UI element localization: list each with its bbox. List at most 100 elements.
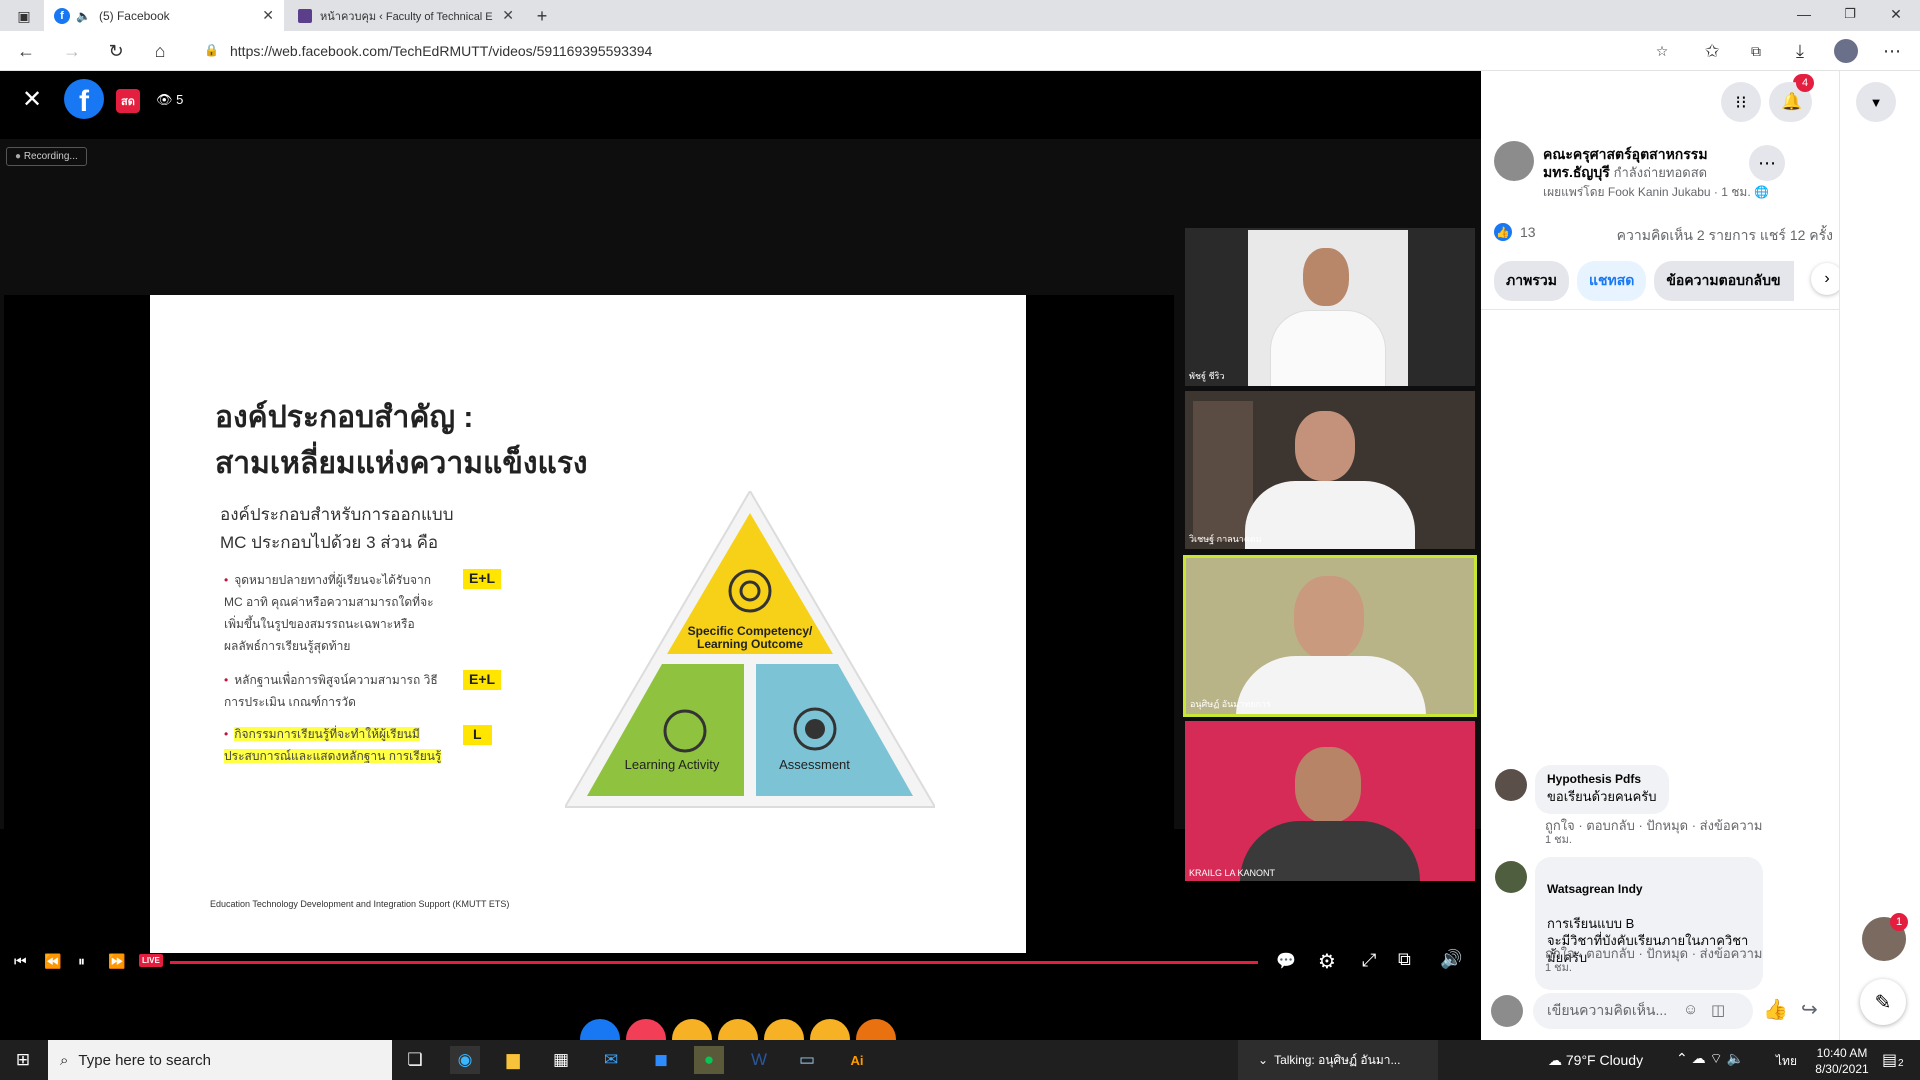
back-icon[interactable]: ← — [14, 39, 38, 63]
collections-icon[interactable]: ⧉ — [1744, 39, 1768, 63]
comment-input[interactable]: เขียนความคิดเห็น... ☺ ◫ — [1533, 993, 1753, 1029]
facebook-logo-icon[interactable]: f — [64, 79, 104, 119]
close-tab-icon[interactable]: ✕ — [262, 7, 274, 24]
comment-author[interactable]: Watsagrean Indy — [1547, 881, 1751, 898]
comment-actions[interactable]: ถูกใจ · ตอบกลับ · ปักหมุด · ส่งข้อความ 1… — [1545, 947, 1835, 975]
participant-tile[interactable]: พัชฐู์ ชีริว — [1185, 228, 1475, 386]
pause-icon[interactable]: ⏸ — [78, 953, 85, 970]
participant-tile[interactable]: วิเชษฐ์ กาลนาคดม — [1185, 391, 1475, 549]
progress-bar[interactable] — [170, 961, 1258, 964]
address-input[interactable]: 🔒 https://web.facebook.com/TechEdRMUTT/v… — [200, 37, 1650, 65]
participant-tile[interactable]: KRAILG LA KANONT — [1185, 721, 1475, 881]
page-name[interactable]: คณะครุศาสตร์อุตสาหกรรม มทร.ธัญบุรี กำลัง… — [1543, 145, 1773, 182]
page-avatar[interactable] — [1494, 141, 1534, 181]
tray-icons[interactable]: ⌃ ☁ ⌔ 🔈 — [1676, 1050, 1744, 1068]
thumbs-up-icon[interactable]: 👍 — [1763, 997, 1788, 1022]
close-tab-icon[interactable]: ✕ — [502, 7, 514, 24]
clock[interactable]: 10:40 AM 8/30/2021 — [1810, 1045, 1874, 1077]
profile-avatar[interactable] — [1834, 39, 1858, 63]
rewind-icon[interactable]: ⏪ — [44, 953, 61, 970]
new-message-icon[interactable]: ✎ — [1860, 979, 1906, 1025]
zoom-talking-indicator[interactable]: ⌄ Talking: อนุศิษฏ์ อันมา... — [1238, 1040, 1438, 1080]
player-controls: ⏮ ⏪ ⏸ ⏩ LIVE 💬 ⚙ ⤢ ⧉ 🔊 — [0, 941, 1481, 985]
volume-icon[interactable]: 🔊 — [1440, 949, 1462, 970]
triangle-right-label: Assessment — [779, 757, 850, 772]
store-icon[interactable]: ▦ — [546, 1046, 576, 1074]
bullet-text: จุดหมายปลายทางที่ผู้เรียนจะได้รับจาก MC … — [224, 573, 434, 653]
mail-icon[interactable]: ✉ — [596, 1046, 626, 1074]
reload-icon[interactable]: ↻ — [104, 39, 128, 63]
slide-bullet-1: • จุดหมายปลายทางที่ผู้เรียนจะได้รับจาก MC… — [224, 573, 434, 653]
favorites-icon[interactable]: ✩ — [1700, 39, 1724, 63]
slide-tag: E+L — [463, 670, 502, 690]
post-options-icon[interactable]: ⋯ — [1749, 145, 1785, 181]
tab-replies[interactable]: ข้อความตอบกลับข — [1654, 261, 1795, 301]
forward-icon[interactable]: → — [60, 39, 84, 63]
download-icon[interactable]: ⤓ — [1788, 39, 1812, 63]
page-name-line2: มทร.ธัญบุรี — [1543, 164, 1610, 180]
slide-title-line1: องค์ประกอบสำคัญ : — [215, 401, 474, 434]
participant-tile-active[interactable]: อนุศิษฏ์ อันมาทยการ — [1183, 555, 1477, 717]
more-icon[interactable]: ⋯ — [1880, 39, 1904, 63]
slide-tag: L — [463, 725, 492, 745]
line-icon[interactable]: ● — [694, 1046, 724, 1074]
comment-action-links[interactable]: ถูกใจ · ตอบกลับ · ปักหมุด · ส่งข้อความ — [1545, 819, 1835, 833]
tag-label: E+L — [469, 570, 496, 586]
slide-intro-line2: MC ประกอบไปด้วย 3 ส่วน คือ — [220, 533, 439, 552]
comment-actions[interactable]: ถูกใจ · ตอบกลับ · ปักหมุด · ส่งข้อความ 1… — [1545, 819, 1835, 847]
right-rail: 🔔 4 ▼ 1 ✎ — [1772, 71, 1920, 1040]
comment-author[interactable]: Hypothesis Pdfs — [1547, 772, 1657, 786]
tab-overview[interactable]: ภาพรวม — [1494, 261, 1569, 301]
input-language[interactable]: ไทย — [1776, 1052, 1797, 1071]
window-close-icon[interactable]: ✕ — [1884, 2, 1908, 26]
weather-widget[interactable]: ☁ 79°F Cloudy — [1548, 1052, 1643, 1069]
video-player[interactable]: ✕ f สด 👁 5 ● Recording... องค์ประกอบสำคั… — [0, 71, 1481, 1059]
lock-icon: 🔒 — [204, 43, 219, 57]
restore-icon[interactable]: ❐ — [1838, 2, 1862, 26]
my-avatar[interactable] — [1491, 995, 1523, 1027]
page-name-line1: คณะครุศาสตร์อุตสาหกรรม — [1543, 146, 1708, 162]
captions-icon[interactable]: 💬 — [1276, 951, 1296, 971]
pip-icon[interactable]: ⧉ — [1398, 949, 1411, 970]
minimize-icon[interactable]: — — [1792, 2, 1816, 26]
tab-facebook[interactable]: f 🔈 (5) Facebook ✕ — [44, 0, 284, 31]
notepad-icon[interactable]: ▭ — [792, 1046, 822, 1074]
viewer-count-value: 5 — [176, 92, 184, 107]
commenter-avatar[interactable] — [1495, 861, 1527, 893]
start-windows-icon[interactable]: ⊞ — [8, 1046, 38, 1074]
face — [1295, 747, 1361, 823]
file-explorer-icon[interactable]: ▆ — [498, 1046, 528, 1074]
illustrator-icon[interactable]: Ai — [842, 1046, 872, 1074]
participant-name: อนุศิษฏ์ อันมาทยการ — [1190, 699, 1271, 709]
add-favorite-icon[interactable]: ☆ — [1650, 39, 1674, 63]
task-view-icon[interactable]: ❏ — [400, 1046, 430, 1074]
fullscreen-icon[interactable]: ⤢ — [1362, 950, 1376, 971]
word-icon[interactable]: W — [744, 1046, 774, 1074]
comment-action-links[interactable]: ถูกใจ · ตอบกลับ · ปักหมุด · ส่งข้อความ — [1545, 947, 1835, 961]
skip-back-icon[interactable]: ⏮ — [14, 953, 27, 970]
fast-forward-icon[interactable]: ⏩ — [108, 953, 125, 970]
participant-video — [1248, 230, 1408, 386]
home-icon[interactable]: ⌂ — [148, 39, 172, 63]
speaker-icon[interactable]: 🔈 — [76, 9, 91, 23]
reactions-summary[interactable]: 👍 13 — [1494, 223, 1536, 241]
action-center-icon[interactable]: ▤ — [1882, 1050, 1897, 1070]
new-tab-icon[interactable]: + — [530, 4, 554, 28]
windows-taskbar: ⊞ ⌕ Type here to search ❏ ◉ ▆ ▦ ✉ ◼ ● W … — [0, 1040, 1920, 1080]
account-menu-icon[interactable]: ▼ — [1856, 82, 1896, 122]
tab-live-chat[interactable]: แชทสด — [1576, 261, 1647, 301]
emoji-icon[interactable]: ☺ — [1683, 1001, 1698, 1018]
tab-actions-icon[interactable]: ▣ — [12, 4, 36, 28]
settings-gear-icon[interactable]: ⚙ — [1318, 949, 1336, 974]
taskbar-search[interactable]: ⌕ Type here to search — [48, 1040, 392, 1080]
edge-icon[interactable]: ◉ — [450, 1046, 480, 1074]
comment-share-count[interactable]: ความคิดเห็น 2 รายการ แชร์ 12 ครั้ง — [1601, 225, 1833, 247]
menu-grid-icon[interactable]: ⁝⁝ — [1721, 82, 1761, 122]
commenter-avatar[interactable] — [1495, 769, 1527, 801]
url-text: https://web.facebook.com/TechEdRMUTT/vid… — [230, 43, 653, 59]
zoom-icon[interactable]: ◼ — [646, 1046, 676, 1074]
sticker-icon[interactable]: ◫ — [1711, 1001, 1725, 1019]
tab-faculty[interactable]: หน้าควบคุม ‹ Faculty of Technical E ✕ — [288, 0, 524, 31]
share-icon[interactable]: ↪ — [1801, 997, 1818, 1022]
close-viewer-icon[interactable]: ✕ — [22, 85, 42, 114]
